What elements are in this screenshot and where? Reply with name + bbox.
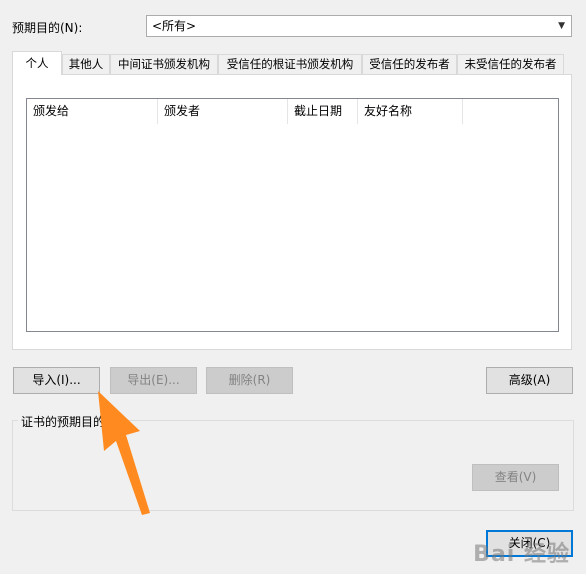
tab-other-people[interactable]: 其他人 [62, 54, 110, 74]
tab-trusted-publishers[interactable]: 受信任的发布者 [362, 54, 457, 74]
column-header-expiration-date[interactable]: 截止日期 [288, 99, 358, 124]
tab-intermediate-ca[interactable]: 中间证书颁发机构 [110, 54, 218, 74]
arrow-annotation-icon [98, 391, 150, 515]
column-header-issued-to[interactable]: 颁发给 [27, 99, 158, 124]
arrow-shape [98, 391, 150, 515]
column-header-issued-by[interactable]: 颁发者 [158, 99, 288, 124]
certificate-list[interactable]: 颁发给 颁发者 截止日期 友好名称 [26, 98, 559, 332]
watermark-logo: Bai 经验 [473, 542, 570, 567]
tab-untrusted-publishers[interactable]: 未受信任的发布者 [457, 54, 564, 74]
column-header-friendly-name[interactable]: 友好名称 [358, 99, 463, 124]
chevron-down-icon[interactable]: ▼ [558, 16, 565, 36]
purpose-selected-value: <所有> [152, 19, 197, 33]
purpose-select[interactable]: <所有> ▼ [146, 15, 572, 37]
purpose-label: 预期目的(N): [12, 21, 83, 35]
view-button[interactable]: 查看(V) [472, 464, 559, 491]
tab-trusted-root-ca[interactable]: 受信任的根证书颁发机构 [218, 54, 362, 74]
advanced-button[interactable]: 高级(A) [486, 367, 573, 394]
tab-personal[interactable]: 个人 [12, 51, 62, 75]
remove-button[interactable]: 删除(R) [206, 367, 293, 394]
